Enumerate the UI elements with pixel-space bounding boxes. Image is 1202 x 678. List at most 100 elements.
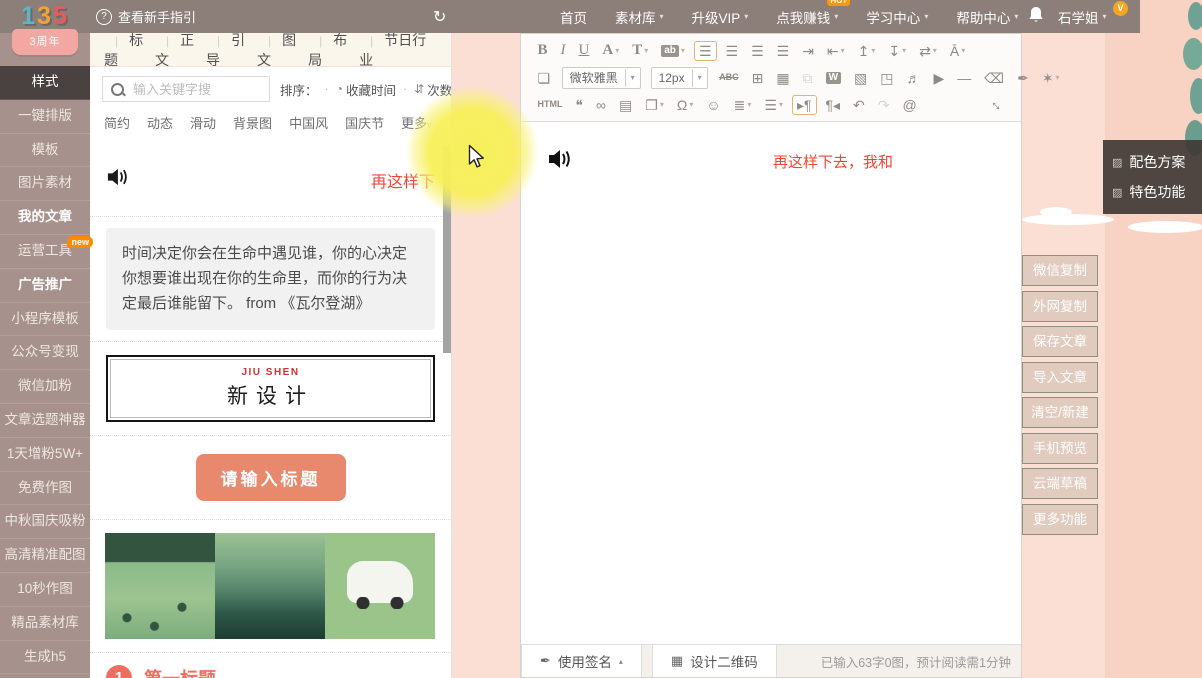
align-left-icon[interactable]: ☰ [694,41,717,61]
nav-item[interactable]: 学习中心 ▾ [866,7,928,27]
sort-option[interactable]: ⇵ 次数 [403,80,452,99]
bold-icon[interactable]: B [534,41,552,60]
sidebar-item[interactable]: 广告推广 [0,269,90,303]
undo-icon[interactable]: ↶ [849,96,869,114]
letter-spacing-icon[interactable]: ⇄▾ [915,42,941,60]
sidebar-item[interactable]: 生成h5 [0,641,90,675]
action-button[interactable]: 微信复制 [1022,255,1098,286]
notification-bell-icon[interactable] [1028,6,1044,27]
underline-icon[interactable]: U [575,41,594,60]
font-size-select[interactable]: 12px ▾ [651,67,708,89]
sidebar-item[interactable]: 一键排版 [0,100,90,134]
sidebar-item[interactable]: 微信加粉 [0,370,90,404]
html-source-icon[interactable]: HTML [534,98,567,111]
action-button[interactable]: 手机预览 [1022,433,1098,464]
action-button[interactable]: 外网复制 [1022,291,1098,322]
editor-content[interactable]: 再这样下去，我和 [521,122,1021,560]
refresh-icon[interactable]: ↻ [433,7,446,27]
sidebar-item[interactable]: 10秒作图 [0,573,90,607]
table-icon[interactable]: ⊞ [748,69,768,87]
artistic-text-icon[interactable]: T▾ [628,41,652,60]
text-template-icon[interactable]: ▤ [615,96,636,114]
nav-item[interactable]: 升级VIP ▾ [692,7,749,27]
styles-tab[interactable]: 标题 [104,33,155,70]
action-button[interactable]: 清空/新建 [1022,397,1098,428]
eraser-icon[interactable]: ⌫ [980,69,1008,87]
image-icon[interactable]: ▧ [850,69,871,87]
mention-icon[interactable]: @ [899,96,921,114]
app-logo[interactable]: 135 3周年 [0,1,90,55]
strikethrough-icon[interactable]: ABC [715,71,743,84]
nav-item[interactable]: HOT 点我赚钱 ▾ [776,7,838,27]
filter-tag[interactable]: 滑动 [190,113,216,132]
quote-style-text[interactable]: 时间决定你会在生命中遇见谁，你的心决定你想要谁出现在你的生命里，而你的行为决定最… [106,228,435,330]
new-document-icon[interactable]: ❏ [534,69,555,87]
sidebar-item[interactable]: 模板 [0,134,90,168]
special-char-icon[interactable]: Ω▾ [673,96,697,114]
filter-tag[interactable]: 国庆节 [345,113,384,132]
emoticon-icon[interactable]: ☺ [702,96,724,114]
style-item-voice-title[interactable]: 再这样下 [90,143,451,217]
line-height-icon[interactable]: ↧▾ [884,42,910,60]
paragraph-forward-icon[interactable]: ▸¶ [792,95,817,115]
image-group-icon[interactable]: ⧉ [799,69,817,87]
forest-illustration-image[interactable] [105,533,215,639]
van-illustration-image[interactable] [325,533,435,639]
nav-item[interactable]: 首页 [560,7,587,27]
music-icon[interactable]: ♬ [903,69,925,87]
styles-tab[interactable]: 正文 [155,33,206,70]
filter-tag[interactable]: 背景图 [233,113,272,132]
fullscreen-icon[interactable]: ↔ [986,95,1009,114]
redo-icon[interactable]: ↷ [874,96,894,114]
action-button[interactable]: 更多功能 [1022,504,1098,535]
style-item-numbered-heading[interactable]: 1 第一标题 [90,653,451,678]
format-painter-icon[interactable]: ✒ [1013,69,1033,87]
styles-tab[interactable]: 节日行业 [359,33,437,70]
page-border-icon[interactable]: ❐▾ [641,96,668,114]
word-import-icon[interactable]: W [822,70,845,86]
title-placeholder-button[interactable]: 请输入标题 [196,454,346,501]
sidebar-item[interactable]: 图片素材 [0,167,90,201]
user-menu[interactable]: 石学姐 ▾ [1058,0,1107,33]
screenshot-icon[interactable]: ◳ [876,69,897,87]
sidebar-item[interactable]: 公众号变现 [0,336,90,370]
align-justify-icon[interactable]: ☰ [773,42,794,60]
sidebar-item[interactable]: 小程序模板 [0,303,90,337]
styles-tab[interactable]: 图文 [257,33,308,70]
corner-menu-item[interactable]: ▨ 特色功能 [1103,177,1202,207]
search-input[interactable] [131,81,261,98]
font-family-select[interactable]: 微软雅黑 ▾ [562,67,641,89]
qrcode-tab[interactable]: ▦ 设计二维码 [652,645,777,677]
highlight-color-icon[interactable]: ab▾ [657,43,689,59]
more-filters[interactable]: 更多▿ [401,113,432,132]
action-button[interactable]: 保存文章 [1022,326,1098,357]
italic-icon[interactable]: I [557,41,570,60]
media-grid-icon[interactable]: ▦ [772,69,793,87]
sidebar-item[interactable]: 我的文章 [0,201,90,235]
panel-scrollbar-thumb[interactable] [443,145,451,353]
paragraph-spacing-icon[interactable]: ↥▾ [854,42,880,60]
sidebar-item[interactable]: 免费作图 [0,472,90,506]
indent-icon[interactable]: ⇥ [798,42,818,60]
video-icon[interactable]: ▶ [930,69,949,87]
beginner-guide-link[interactable]: ? 查看新手指引 [96,7,196,26]
sidebar-item[interactable]: 运营工具 new [0,235,90,269]
styles-tab[interactable]: 引导 [206,33,257,70]
design-style-box[interactable]: JIU SHEN 新设计 [106,355,435,422]
align-center-icon[interactable]: ☰ [722,42,743,60]
font-color-icon[interactable]: A▾ [598,41,623,60]
action-button[interactable]: 云端草稿 [1022,468,1098,499]
styles-tab[interactable]: 布局 [308,33,359,70]
horizontal-rule-icon[interactable]: — [953,69,975,87]
nav-item[interactable]: 素材库 ▾ [615,7,664,27]
sidebar-item[interactable]: 中秋国庆吸粉 [0,505,90,539]
align-right-icon[interactable]: ☰ [747,42,768,60]
text-orientation-icon[interactable]: Ā▾ [946,42,969,60]
unordered-list-icon[interactable]: ☰▾ [760,96,787,114]
signature-tab[interactable]: ✒ 使用签名 ▴ [521,645,642,677]
search-box[interactable] [102,76,270,102]
filter-tag[interactable]: 简约 [104,113,130,132]
sidebar-item[interactable]: 高清精准配图 [0,539,90,573]
filter-tag[interactable]: 动态 [147,113,173,132]
sidebar-item[interactable]: 精品素材库 [0,607,90,641]
